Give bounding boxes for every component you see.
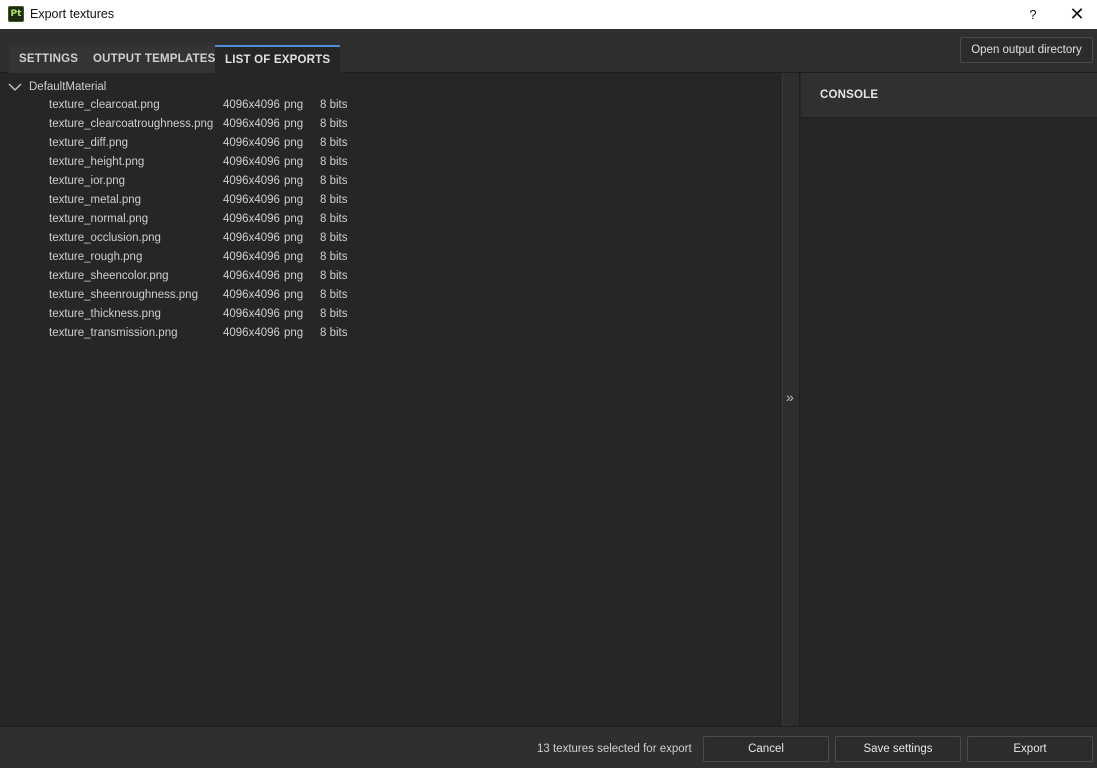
texture-name: texture_occlusion.png	[49, 232, 161, 244]
help-button[interactable]: ?	[1011, 0, 1055, 29]
title-bar: Pt Export textures ? ✕	[0, 0, 1097, 29]
texture-name: texture_thickness.png	[49, 308, 161, 320]
texture-format: png	[284, 270, 304, 282]
material-group-header[interactable]: DefaultMaterial	[8, 79, 106, 95]
texture-size: 4096x4096	[223, 232, 280, 244]
table-row[interactable]: texture_metal.png 4096x4096 png 8 bits	[0, 192, 782, 211]
texture-format: png	[284, 99, 304, 111]
texture-size: 4096x4096	[223, 156, 280, 168]
console-panel: CONSOLE	[801, 73, 1097, 726]
texture-name: texture_diff.png	[49, 137, 129, 149]
texture-bits: 8 bits	[320, 194, 348, 206]
texture-name: texture_sheenroughness.png	[49, 289, 198, 301]
window-title: Export textures	[30, 7, 115, 21]
texture-bits: 8 bits	[320, 232, 348, 244]
panel-splitter[interactable]: »	[782, 73, 800, 726]
texture-bits: 8 bits	[320, 118, 348, 130]
texture-size: 4096x4096	[223, 99, 280, 111]
texture-name: texture_transmission.png	[49, 327, 178, 339]
footer-bar: 13 textures selected for export Cancel S…	[0, 726, 1097, 768]
table-row[interactable]: texture_transmission.png 4096x4096 png 8 bi…	[0, 325, 782, 344]
tab-settings[interactable]: SETTINGS	[9, 45, 89, 73]
double-chevron-right-icon[interactable]: »	[786, 389, 794, 405]
texture-bits: 8 bits	[320, 99, 348, 111]
texture-format: png	[284, 156, 304, 168]
table-row[interactable]: texture_occlusion.png 4096x4096 png 8 bits	[0, 230, 782, 249]
tab-strip: SETTINGS OUTPUT TEMPLATES LIST OF EXPORT…	[0, 29, 1097, 73]
texture-name: texture_metal.png	[49, 194, 142, 206]
table-row[interactable]: texture_ior.png 4096x4096 png 8 bits	[0, 173, 782, 192]
selection-status: 13 textures selected for export	[537, 743, 692, 755]
texture-bits: 8 bits	[320, 137, 348, 149]
texture-size: 4096x4096	[223, 251, 280, 263]
save-settings-button[interactable]: Save settings	[835, 736, 961, 762]
texture-size: 4096x4096	[223, 137, 280, 149]
texture-format: png	[284, 327, 304, 339]
texture-name: texture_height.png	[49, 156, 145, 168]
texture-format: png	[284, 232, 304, 244]
table-row[interactable]: texture_normal.png 4096x4096 png 8 bits	[0, 211, 782, 230]
export-rows: texture_clearcoat.png 4096x4096 png 8 bits …	[0, 97, 782, 344]
texture-bits: 8 bits	[320, 308, 348, 320]
tab-output-templates[interactable]: OUTPUT TEMPLATES	[83, 45, 226, 73]
table-row[interactable]: texture_sheenroughness.png 4096x4096 png 8 …	[0, 287, 782, 306]
texture-bits: 8 bits	[320, 270, 348, 282]
texture-bits: 8 bits	[320, 251, 348, 263]
close-button[interactable]: ✕	[1055, 0, 1097, 29]
texture-bits: 8 bits	[320, 156, 348, 168]
texture-bits: 8 bits	[320, 327, 348, 339]
texture-size: 4096x4096	[223, 289, 280, 301]
table-row[interactable]: texture_thickness.png 4096x4096 png 8 bits	[0, 306, 782, 325]
texture-name: texture_normal.png	[49, 213, 149, 225]
texture-format: png	[284, 118, 304, 130]
material-group-label: DefaultMaterial	[29, 81, 107, 93]
texture-size: 4096x4096	[223, 213, 280, 225]
table-row[interactable]: texture_clearcoatroughness.png 4096x4096 p…	[0, 116, 782, 135]
console-title: CONSOLE	[820, 89, 879, 101]
texture-format: png	[284, 137, 304, 149]
cancel-button[interactable]: Cancel	[703, 736, 829, 762]
texture-format: png	[284, 175, 304, 187]
table-row[interactable]: texture_sheencolor.png 4096x4096 png 8 bits	[0, 268, 782, 287]
open-output-directory-button[interactable]: Open output directory	[960, 37, 1093, 63]
texture-bits: 8 bits	[320, 175, 348, 187]
texture-size: 4096x4096	[223, 175, 280, 187]
texture-size: 4096x4096	[223, 270, 280, 282]
texture-format: png	[284, 308, 304, 320]
texture-format: png	[284, 213, 304, 225]
table-row[interactable]: texture_clearcoat.png 4096x4096 png 8 bits	[0, 97, 782, 116]
texture-size: 4096x4096	[223, 194, 280, 206]
texture-name: texture_sheencolor.png	[49, 270, 169, 282]
texture-bits: 8 bits	[320, 289, 348, 301]
table-row[interactable]: texture_rough.png 4096x4096 png 8 bits	[0, 249, 782, 268]
texture-size: 4096x4096	[223, 118, 280, 130]
table-row[interactable]: texture_diff.png 4096x4096 png 8 bits	[0, 135, 782, 154]
texture-name: texture_ior.png	[49, 175, 126, 187]
tab-list-of-exports[interactable]: LIST OF EXPORTS	[215, 45, 341, 73]
export-list-panel: DefaultMaterial texture_clearcoat.png 409…	[0, 73, 782, 726]
console-header: CONSOLE	[801, 73, 1097, 118]
texture-name: texture_clearcoatroughness.png	[49, 118, 214, 130]
texture-name: texture_rough.png	[49, 251, 143, 263]
texture-size: 4096x4096	[223, 308, 280, 320]
texture-size: 4096x4096	[223, 327, 280, 339]
texture-bits: 8 bits	[320, 213, 348, 225]
texture-format: png	[284, 289, 304, 301]
texture-format: png	[284, 251, 304, 263]
chevron-down-icon[interactable]	[8, 80, 22, 94]
export-button[interactable]: Export	[967, 736, 1093, 762]
texture-format: png	[284, 194, 304, 206]
texture-name: texture_clearcoat.png	[49, 99, 160, 111]
table-row[interactable]: texture_height.png 4096x4096 png 8 bits	[0, 154, 782, 173]
app-logo-icon: Pt	[8, 6, 24, 22]
